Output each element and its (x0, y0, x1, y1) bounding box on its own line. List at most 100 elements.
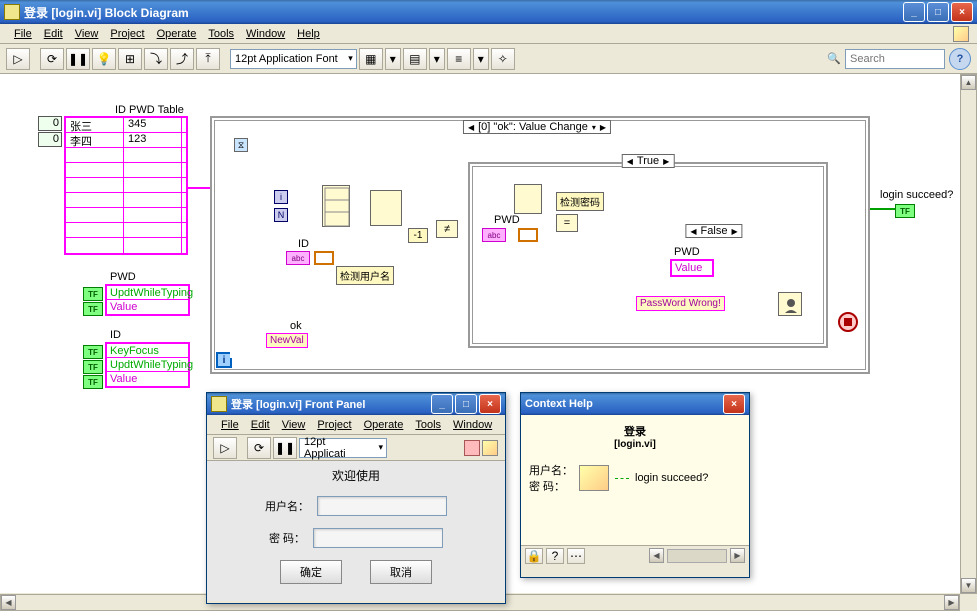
run-cont-button[interactable]: ⟳ (40, 48, 64, 70)
fp-menu-project[interactable]: Project (311, 417, 357, 433)
index-node[interactable] (514, 184, 542, 214)
distribute-button[interactable]: ▤ (403, 48, 427, 70)
tf-const[interactable]: TF (83, 302, 103, 316)
scroll-up-icon[interactable]: ▲ (961, 75, 976, 90)
id-propnode[interactable]: KeyFocus UpdtWhileTyping Value (105, 342, 190, 388)
event-selector[interactable]: ◀ [0] "ok": Value Change ▾ ▶ (463, 120, 611, 134)
fp-maximize[interactable]: □ (455, 394, 477, 414)
step-out-button[interactable]: ⤒ (196, 48, 220, 70)
maximize-button[interactable]: □ (927, 2, 949, 22)
fp-menu-view[interactable]: View (276, 417, 312, 433)
fp-menu-tools[interactable]: Tools (409, 417, 447, 433)
prev-case-icon[interactable]: ◀ (690, 227, 696, 236)
fp-runc[interactable]: ⟳ (247, 437, 271, 459)
password-input[interactable] (313, 528, 443, 548)
case-true-selector[interactable]: ◀ True ▶ (622, 154, 675, 168)
menu-tools[interactable]: Tools (202, 26, 240, 42)
vi-icon[interactable] (482, 440, 498, 456)
dialog-node[interactable] (778, 292, 802, 316)
while-loop[interactable]: i ◀ [0] "ok": Value Change ▾ ▶ ⧖ ID abc … (210, 116, 870, 374)
fp-menu-operate[interactable]: Operate (358, 417, 410, 433)
align-drop[interactable]: ▾ (385, 48, 401, 70)
fp-font[interactable]: 12pt Applicati (299, 438, 387, 458)
fp-pause[interactable]: ❚❚ (273, 437, 297, 459)
minimize-button[interactable]: _ (903, 2, 925, 22)
highlight-button[interactable]: 💡 (92, 48, 116, 70)
step-into-button[interactable]: ⤵ (144, 48, 168, 70)
help-button[interactable]: ? (949, 48, 971, 70)
ch-scroll-left[interactable]: ◀ (649, 548, 664, 563)
align-button[interactable]: ▦ (359, 48, 383, 70)
scroll-right-icon[interactable]: ▶ (944, 595, 959, 610)
minus1-const: -1 (408, 228, 428, 243)
fp-menu-edit[interactable]: Edit (245, 417, 276, 433)
ch-close[interactable]: × (723, 394, 745, 414)
next-case-icon[interactable]: ▶ (600, 123, 606, 132)
pwd2-propnode[interactable]: Value (670, 259, 714, 277)
font-select[interactable]: 12pt Application Font (230, 49, 357, 69)
fp-minimize[interactable]: _ (431, 394, 453, 414)
equal-node[interactable]: = (556, 214, 578, 232)
fp-run[interactable]: ▷ (213, 437, 237, 459)
next-case-icon[interactable]: ▶ (731, 227, 737, 236)
front-panel-window[interactable]: 登录 [login.vi] Front Panel _ □ × File Edi… (206, 392, 506, 604)
case-false-selector[interactable]: ◀ False ▶ (685, 224, 742, 238)
id-pwd-table[interactable]: 张三345 李四123 (64, 116, 188, 255)
ch-titlebar[interactable]: Context Help × (521, 393, 749, 415)
stop-terminal[interactable] (838, 312, 858, 332)
window-title: 登录 [login.vi] Block Diagram (24, 4, 901, 21)
search-input[interactable] (845, 49, 945, 69)
pwd-propnode[interactable]: UpdtWhileTyping Value (105, 284, 190, 316)
fp-menu-window[interactable]: Window (447, 417, 498, 433)
ok-label: ok (290, 320, 302, 332)
fp-close[interactable]: × (479, 394, 501, 414)
ok-button[interactable]: 确定 (280, 560, 342, 584)
prev-case-icon[interactable]: ◀ (468, 123, 474, 132)
id-control[interactable]: abc (286, 251, 310, 265)
v-scrollbar[interactable]: ▲ ▼ (960, 74, 977, 594)
retain-button[interactable]: ⊞ (118, 48, 142, 70)
menu-operate[interactable]: Operate (151, 26, 203, 42)
tf-const[interactable]: TF (83, 345, 103, 359)
notequal-node[interactable]: ≠ (436, 220, 458, 238)
case-true[interactable]: ◀ True ▶ PWD abc 检测密码 = ◀ False ▶ (468, 162, 828, 348)
pause-button[interactable]: ❚❚ (66, 48, 90, 70)
menu-project[interactable]: Project (104, 26, 150, 42)
tf-const[interactable]: TF (83, 287, 103, 301)
pwd-control[interactable]: abc (482, 228, 506, 242)
close-button[interactable]: × (951, 2, 973, 22)
menu-window[interactable]: Window (240, 26, 291, 42)
dist-drop[interactable]: ▾ (429, 48, 445, 70)
fp-titlebar[interactable]: 登录 [login.vi] Front Panel _ □ × (207, 393, 505, 415)
username-input[interactable] (317, 496, 447, 516)
scroll-down-icon[interactable]: ▼ (961, 578, 976, 593)
event-structure[interactable]: ◀ [0] "ok": Value Change ▾ ▶ ⧖ ID abc ok… (230, 130, 844, 358)
menu-view[interactable]: View (69, 26, 105, 42)
reorder-button[interactable]: ≡ (447, 48, 471, 70)
table-cell: 345 (124, 118, 182, 132)
ch-more-icon[interactable]: ⋯ (567, 548, 585, 564)
context-help-window[interactable]: Context Help × 登录 [login.vi] 用户名： 密 码： l… (520, 392, 750, 578)
ch-detail-icon[interactable]: ? (546, 548, 564, 564)
prev-case-icon[interactable]: ◀ (627, 157, 633, 166)
scroll-left-icon[interactable]: ◀ (1, 595, 16, 610)
reorder-drop[interactable]: ▾ (473, 48, 489, 70)
tf-const[interactable]: TF (83, 375, 103, 389)
case-false[interactable]: ◀ False ▶ PWD Value PassWord Wrong! (620, 234, 808, 334)
menu-file[interactable]: File (8, 26, 38, 42)
ch-lock-icon[interactable]: 🔒 (525, 548, 543, 564)
menu-edit[interactable]: Edit (38, 26, 69, 42)
step-over-button[interactable]: ⤴ (170, 48, 194, 70)
index-array-node[interactable] (322, 185, 350, 227)
next-case-icon[interactable]: ▶ (663, 157, 669, 166)
tf-const[interactable]: TF (83, 360, 103, 374)
conn-pane-icon[interactable] (464, 440, 480, 456)
fp-menu-file[interactable]: File (215, 417, 245, 433)
cleanup-button[interactable]: ✧ (491, 48, 515, 70)
ch-scroll-right[interactable]: ▶ (730, 548, 745, 563)
cancel-button[interactable]: 取消 (370, 560, 432, 584)
search-array-node[interactable] (370, 190, 402, 226)
run-button[interactable]: ▷ (6, 48, 30, 70)
menu-help[interactable]: Help (291, 26, 326, 42)
case-drop-icon[interactable]: ▾ (592, 123, 596, 132)
